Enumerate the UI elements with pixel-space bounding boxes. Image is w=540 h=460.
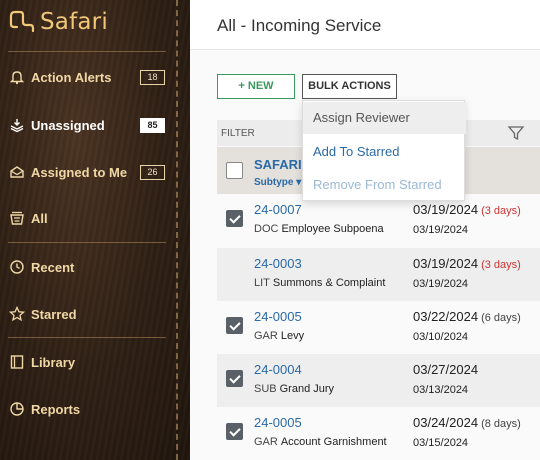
sidebar-item-recent[interactable]: Recent — [0, 252, 172, 282]
case-id-link[interactable]: 24-0005 — [254, 415, 302, 430]
days-remaining: (3 days) — [481, 205, 521, 217]
case-id-link[interactable]: 24-0007 — [254, 202, 302, 217]
row-checkbox[interactable] — [226, 317, 243, 334]
chart-pie-icon — [9, 401, 25, 417]
sidebar-item-label: Library — [31, 354, 76, 370]
days-remaining: (6 days) — [481, 312, 521, 324]
subtype-name: Summons & Complaint — [272, 277, 386, 289]
filter-label: FILTER — [221, 128, 255, 139]
select-all-checkbox[interactable] — [226, 162, 243, 179]
due-date: 03/22/2024 (6 days) — [413, 309, 521, 324]
sidebar-divider — [8, 242, 166, 243]
subtype-name: Levy — [280, 330, 305, 342]
subtype-name: Employee Subpoena — [281, 223, 384, 235]
chevron-down-icon: ▾ — [296, 177, 302, 188]
due-date: 03/27/2024 — [413, 362, 481, 377]
received-date: 03/19/2024 — [413, 278, 469, 290]
subtype-name: Grand Jury — [279, 383, 335, 395]
table-row[interactable]: 24-0003 LIT Summons & Complaint 03/19/202… — [217, 248, 540, 301]
due-date-value: 03/19/2024 — [413, 202, 479, 217]
menu-item-add-to-starred[interactable]: Add To Starred — [303, 136, 466, 168]
filter-icon[interactable] — [507, 124, 525, 142]
row-subtype: LIT Summons & Complaint — [254, 277, 385, 289]
received-date: 03/10/2024 — [413, 331, 469, 343]
sidebar-item-label: Recent — [31, 259, 75, 275]
table-row[interactable]: 24-0005 GAR Account Garnishment 03/24/202… — [217, 407, 540, 460]
case-id-link[interactable]: 24-0005 — [254, 309, 302, 324]
sidebar-item-library[interactable]: Library — [0, 347, 172, 377]
clock-icon — [9, 259, 25, 275]
sidebar: Safari Action Alerts 18 Unassigned 85 As… — [0, 0, 190, 460]
subheader-label: Subtype — [254, 177, 294, 188]
count-badge: 26 — [140, 164, 165, 180]
count-badge: 85 — [140, 117, 165, 133]
sidebar-item-reports[interactable]: Reports — [0, 394, 172, 424]
row-subtype: GAR Account Garnishment — [254, 436, 387, 448]
received-date: 03/15/2024 — [413, 437, 469, 449]
sidebar-item-unassigned[interactable]: Unassigned 85 — [0, 110, 172, 140]
case-id-link[interactable]: 24-0003 — [254, 256, 302, 271]
row-subtype: GAR Levy — [254, 330, 304, 342]
due-date-value: 03/27/2024 — [413, 362, 479, 377]
sidebar-divider — [8, 337, 166, 338]
days-remaining: (8 days) — [481, 418, 521, 430]
sidebar-item-action-alerts[interactable]: Action Alerts 18 — [0, 62, 172, 92]
page-header: All - Incoming Service — [190, 0, 540, 50]
menu-item-assign-reviewer[interactable]: Assign Reviewer — [303, 102, 466, 134]
due-date-value: 03/22/2024 — [413, 309, 479, 324]
sidebar-item-label: Unassigned — [31, 117, 105, 133]
due-date-value: 03/19/2024 — [413, 256, 479, 271]
envelope-icon — [9, 164, 25, 180]
sidebar-item-label: Starred — [31, 306, 77, 322]
sidebar-item-label: All — [31, 210, 48, 226]
table-row[interactable]: 24-0007 DOC Employee Subpoena 03/19/2024(… — [217, 194, 540, 247]
book-icon — [9, 354, 25, 370]
received-date: 03/19/2024 — [413, 224, 469, 236]
brand-name: Safari — [40, 9, 108, 35]
bulk-actions-button[interactable]: BULK ACTIONS — [302, 74, 397, 99]
main-content: All - Incoming Service + NEW BULK ACTION… — [190, 0, 540, 460]
row-checkbox[interactable] — [226, 210, 243, 227]
bulk-actions-menu: Assign Reviewer Add To Starred Remove Fr… — [302, 100, 466, 201]
sidebar-item-label: Assigned to Me — [31, 164, 128, 180]
stitch-decoration — [176, 0, 178, 460]
sidebar-item-label: Reports — [31, 401, 81, 417]
bell-icon — [9, 69, 25, 85]
row-subtype: SUB Grand Jury — [254, 383, 334, 395]
subtype-code: DOC — [254, 223, 279, 235]
safari-logo-icon — [9, 10, 35, 33]
sidebar-item-label: Action Alerts — [31, 69, 112, 85]
inbox-stack-icon — [9, 117, 25, 133]
subtype-code: GAR — [254, 436, 278, 448]
row-checkbox[interactable] — [226, 423, 243, 440]
count-badge: 18 — [140, 69, 165, 85]
subtype-code: LIT — [254, 277, 270, 289]
due-date: 03/19/2024 (3 days) — [413, 256, 521, 271]
row-subtype: DOC Employee Subpoena — [254, 223, 384, 235]
sidebar-divider — [8, 51, 166, 52]
column-header-safari-id[interactable]: SAFARI I — [254, 157, 309, 172]
due-date-value: 03/24/2024 — [413, 415, 479, 430]
table-row[interactable]: 24-0004 SUB Grand Jury 03/27/2024 03/13/2… — [217, 354, 540, 407]
table-row[interactable]: 24-0005 GAR Levy 03/22/2024 (6 days) 03/10… — [217, 301, 540, 354]
due-date: 03/24/2024 (8 days) — [413, 415, 521, 430]
basket-icon — [9, 210, 25, 226]
new-button[interactable]: + NEW — [217, 74, 295, 99]
due-date: 03/19/2024 (3 days) — [413, 202, 521, 217]
menu-item-remove-from-starred: Remove From Starred — [313, 177, 442, 192]
sidebar-item-assigned-to-me[interactable]: Assigned to Me 26 — [0, 157, 172, 187]
row-checkbox[interactable] — [226, 370, 243, 387]
subtype-code: SUB — [254, 383, 277, 395]
sidebar-item-starred[interactable]: Starred — [0, 299, 172, 329]
page-title: All - Incoming Service — [217, 16, 382, 35]
days-remaining: (3 days) — [481, 259, 521, 271]
received-date: 03/13/2024 — [413, 384, 469, 396]
sidebar-item-all[interactable]: All — [0, 203, 172, 233]
subtype-name: Account Garnishment — [280, 436, 387, 448]
column-subheader-subtype[interactable]: Subtype ▾ — [254, 177, 301, 188]
subtype-code: GAR — [254, 330, 278, 342]
star-icon — [9, 306, 25, 322]
brand[interactable]: Safari — [8, 6, 108, 38]
case-id-link[interactable]: 24-0004 — [254, 362, 302, 377]
